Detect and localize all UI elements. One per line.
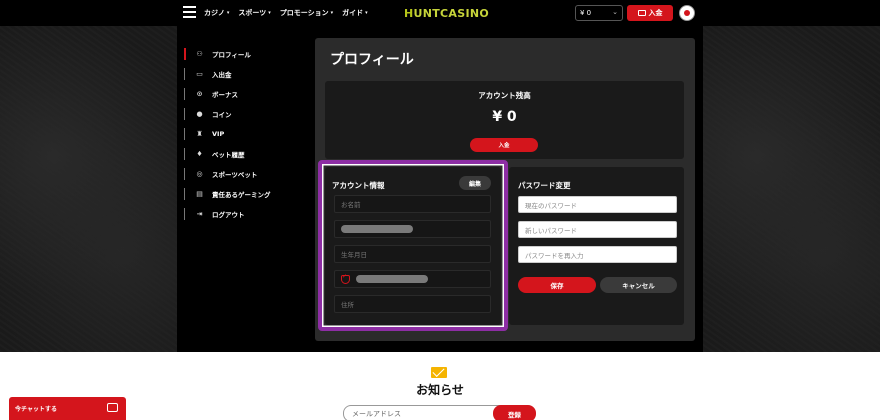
mail-icon <box>431 367 447 378</box>
nav-sports[interactable]: スポーツ ▾ <box>238 8 270 18</box>
password-change-title: パスワード変更 <box>518 181 571 190</box>
site-logo[interactable]: HUNTCASINO <box>404 7 489 20</box>
deposit-button[interactable]: 入金 <box>470 138 538 152</box>
vip-icon: ♜ <box>196 130 203 138</box>
chevron-down-icon: ⌄ <box>612 8 618 16</box>
sidebar-item-bonus[interactable]: ⊙ ボーナス <box>184 84 304 104</box>
chat-button[interactable]: 今チャットする <box>9 397 126 420</box>
new-password-input[interactable]: 新しいパスワード <box>518 221 677 238</box>
main-nav: カジノ ▾ スポーツ ▾ プロモーション ▾ ガイド ▾ <box>204 0 368 26</box>
nav-promotions[interactable]: プロモーション ▾ <box>280 8 333 18</box>
confirm-password-input[interactable]: パスワードを再入力 <box>518 246 677 263</box>
newsletter-title: お知らせ <box>416 383 464 397</box>
balance-label: アカウント残高 <box>478 91 531 100</box>
page-title: プロフィール <box>330 52 414 68</box>
wallet-icon <box>637 10 646 16</box>
nav-casino[interactable]: カジノ ▾ <box>204 8 229 18</box>
account-sidebar: ⚇ プロフィール ▭ 入出金 ⊙ ボーナス ● コイン ♜ VIP ♦ ベット履歴 ◎ スポー… <box>184 44 304 224</box>
user-icon: ⚇ <box>196 50 203 58</box>
nav-guide[interactable]: ガイド ▾ <box>342 8 368 18</box>
sidebar-item-sports-bet[interactable]: ◎ スポーツベット <box>184 164 304 184</box>
sidebar-item-vip[interactable]: ♜ VIP <box>184 124 304 144</box>
sidebar-item-logout[interactable]: ⇥ ログアウト <box>184 204 304 224</box>
sidebar-item-coin[interactable]: ● コイン <box>184 104 304 124</box>
chat-icon <box>107 403 118 412</box>
balance-dropdown[interactable]: ¥ 0 ⌄ <box>575 5 623 21</box>
sidebar-item-bet-history[interactable]: ♦ ベット履歴 <box>184 144 304 164</box>
caret-down-icon: ▾ <box>268 10 271 16</box>
coin-icon: ● <box>196 110 203 118</box>
save-button[interactable]: 保存 <box>518 277 596 293</box>
top-navigation-bar: カジノ ▾ スポーツ ▾ プロモーション ▾ ガイド ▾ HUNTCASINO ¥ 0 … <box>0 0 880 26</box>
cancel-button[interactable]: キャンセル <box>600 277 677 293</box>
background-texture-right <box>703 26 880 352</box>
sidebar-item-profile[interactable]: ⚇ プロフィール <box>184 44 304 64</box>
language-flag-icon[interactable] <box>679 5 695 21</box>
register-button[interactable]: 登録 <box>493 405 536 420</box>
caret-down-icon: ▾ <box>330 10 334 16</box>
logout-icon: ⇥ <box>196 210 203 218</box>
sidebar-item-responsible-gaming[interactable]: ▤ 責任あるゲーミング <box>184 184 304 204</box>
email-input[interactable]: メールアドレス <box>343 405 503 420</box>
document-icon: ▤ <box>196 190 203 198</box>
caret-down-icon: ▾ <box>226 10 230 16</box>
header-deposit-button[interactable]: 入金 <box>627 5 673 21</box>
current-password-input[interactable]: 現在のパスワード <box>518 196 677 213</box>
menu-icon[interactable] <box>183 6 196 18</box>
background-texture-left <box>0 26 177 352</box>
sidebar-item-deposit-withdraw[interactable]: ▭ 入出金 <box>184 64 304 84</box>
highlight-box <box>318 160 508 331</box>
caret-down-icon: ▾ <box>365 10 368 16</box>
bonus-icon: ⊙ <box>196 90 203 98</box>
diamond-icon: ♦ <box>196 150 203 158</box>
wallet-icon: ▭ <box>196 70 203 78</box>
balance-value: ¥ 0 <box>492 109 517 125</box>
ball-icon: ◎ <box>196 170 203 178</box>
